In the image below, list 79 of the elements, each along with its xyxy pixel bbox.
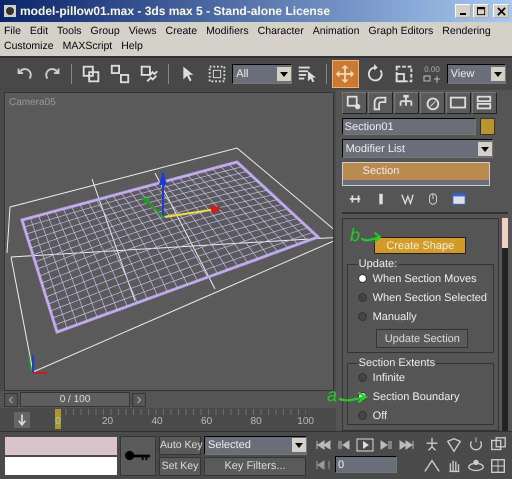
frame-number: 20 <box>102 416 114 428</box>
maximize-viewport-icon[interactable] <box>489 457 507 475</box>
frame-number: 80 <box>250 416 262 428</box>
unlink-icon <box>109 63 132 85</box>
radio-option[interactable]: Infinite <box>358 369 487 386</box>
menu-item[interactable]: Group <box>90 24 120 39</box>
set-key-button[interactable] <box>120 436 156 476</box>
maximize-icon <box>476 6 486 16</box>
menu-item[interactable]: Modifiers <box>206 24 249 39</box>
current-frame-field[interactable]: 0 <box>335 456 397 473</box>
chevron-left-icon <box>8 396 14 404</box>
menu-item[interactable]: Views <box>128 24 157 39</box>
snap-spinner[interactable]: 0.00 <box>419 64 445 84</box>
minimize-icon <box>460 13 466 15</box>
menu-item[interactable]: MAXScript <box>62 39 112 54</box>
menu-item[interactable]: Character <box>258 24 304 39</box>
modifier-list-dropdown[interactable]: Modifier List <box>342 139 493 158</box>
radio-option[interactable]: When Section Moves <box>358 270 487 287</box>
annotation-arrow-icon <box>360 230 382 244</box>
frame-number: 100 <box>297 416 314 428</box>
group-title: Section Extents <box>358 357 436 369</box>
zoom-all-icon[interactable] <box>445 436 463 454</box>
menu-item[interactable]: Create <box>166 24 198 39</box>
go-to-start-icon[interactable] <box>314 438 332 452</box>
move-tool-button[interactable] <box>332 60 360 88</box>
bind-icon <box>138 63 160 85</box>
object-color-swatch[interactable] <box>480 118 495 135</box>
maximize-button[interactable] <box>473 4 489 18</box>
update-section-button[interactable]: Update Section <box>376 329 468 348</box>
annotation-arrow-icon <box>337 390 370 404</box>
key-icon <box>124 449 152 462</box>
time-slider-thumb[interactable]: 0 / 100 <box>20 392 130 407</box>
key-mode-dropdown[interactable]: Selected <box>204 436 307 454</box>
group-title: Update: <box>358 258 398 270</box>
menu-item[interactable]: Tools <box>57 24 82 39</box>
set-key-text-button[interactable]: Set Key <box>159 456 201 476</box>
create-tab-icon[interactable] <box>342 92 367 114</box>
minimize-button[interactable] <box>455 4 471 18</box>
close-icon <box>496 6 506 16</box>
key-filter-icon[interactable] <box>14 412 30 428</box>
previous-frame-button[interactable] <box>4 392 18 406</box>
menu-item[interactable]: Help <box>121 39 143 54</box>
make-unique-icon[interactable] <box>400 192 414 206</box>
radio-option[interactable]: When Section Selected <box>358 289 487 306</box>
app-icon <box>3 4 17 18</box>
play-icon[interactable] <box>356 438 374 452</box>
next-frame-button[interactable] <box>132 392 146 406</box>
motion-tab-icon[interactable] <box>420 92 445 114</box>
menu-item[interactable]: File <box>4 24 21 39</box>
radio-option[interactable]: Section Boundary <box>358 388 487 405</box>
move-icon <box>334 63 356 85</box>
dropdown[interactable]: View <box>446 64 506 84</box>
menu-item[interactable]: Edit <box>30 24 48 39</box>
frame-number: 0 <box>55 416 61 428</box>
annotation-letter: b <box>350 226 360 244</box>
window-title: model-pillow01.max - 3ds max 5 - Stand-alone License <box>20 4 332 18</box>
object-name-field[interactable]: Section01 <box>342 118 476 135</box>
menu-item[interactable]: Graph Editors <box>368 24 434 39</box>
frame-number: 40 <box>151 416 163 428</box>
auto-key-button[interactable]: Auto Key <box>159 436 201 454</box>
menu-item[interactable]: Rendering <box>442 24 491 39</box>
modify-tab-icon[interactable] <box>368 92 393 114</box>
chevron-right-icon <box>136 396 142 404</box>
hierarchy-tab-icon[interactable] <box>394 92 419 114</box>
snap-icon <box>422 74 442 84</box>
close-button[interactable] <box>493 4 509 18</box>
radio-option[interactable]: Manually <box>358 308 487 325</box>
menu-item[interactable]: Animation <box>312 24 360 39</box>
radio-option[interactable]: Off <box>358 407 487 424</box>
frame-number: 60 <box>201 416 212 428</box>
menu-item[interactable]: Customize <box>4 39 54 54</box>
utilities-tab-icon[interactable] <box>472 92 497 114</box>
go-to-end-icon[interactable] <box>398 438 416 452</box>
key-filters-button[interactable]: Key Filters... <box>204 456 306 476</box>
key-mode-toggle-icon[interactable] <box>314 458 332 472</box>
display-tab-icon[interactable] <box>446 92 471 114</box>
dropdown[interactable]: All <box>232 64 292 84</box>
scroll-bar[interactable] <box>502 218 508 431</box>
configure-sets-icon[interactable] <box>452 192 466 206</box>
